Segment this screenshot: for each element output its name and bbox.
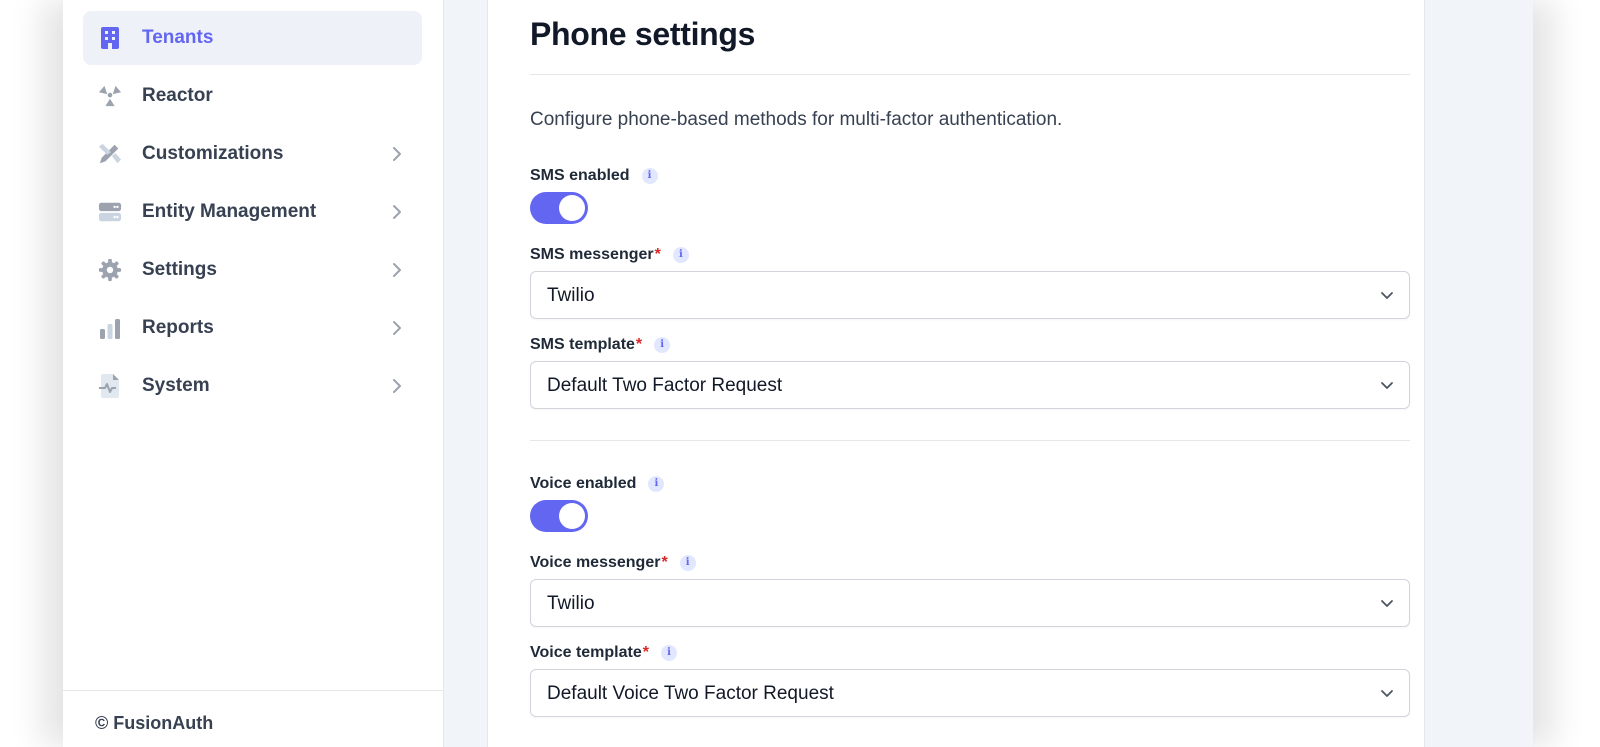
label-text: SMS enabled (530, 167, 630, 184)
copyright-text: © FusionAuth (95, 713, 214, 733)
chevron-down-icon (1381, 690, 1393, 697)
info-icon[interactable]: i (641, 168, 658, 184)
radiation-icon (98, 84, 122, 108)
chevron-right-icon (393, 205, 401, 219)
info-icon[interactable]: i (648, 476, 665, 492)
chevron-down-icon (1381, 292, 1393, 299)
divider (530, 74, 1410, 75)
sidebar-item-entity-management[interactable]: Entity Management (83, 185, 422, 239)
info-icon[interactable]: i (679, 555, 696, 571)
building-icon (98, 26, 122, 50)
selected-value: Twilio (547, 593, 595, 614)
sidebar-item-label: Entity Management (142, 201, 317, 222)
voice-template-label: Voice template * i (530, 644, 677, 662)
page-title: Phone settings (530, 16, 756, 52)
sidebar-item-reactor[interactable]: Reactor (83, 69, 422, 123)
phone-settings-panel: Phone settings Configure phone-based met… (487, 0, 1425, 747)
sidebar-footer: © FusionAuth (63, 690, 443, 747)
required-mark: * (635, 336, 643, 353)
sidebar-item-label: Settings (142, 259, 217, 280)
sidebar-item-customizations[interactable]: Customizations (83, 127, 422, 181)
sidebar-item-tenants[interactable]: Tenants (83, 11, 422, 65)
label-text: SMS template (530, 336, 635, 353)
sms-template-label: SMS template * i (530, 336, 671, 354)
chevron-down-icon (1381, 382, 1393, 389)
voice-messenger-select[interactable]: Twilio (530, 579, 1410, 627)
info-icon[interactable]: i (672, 247, 689, 263)
required-mark: * (654, 246, 661, 263)
chevron-right-icon (393, 263, 401, 277)
sidebar-item-system[interactable]: System (83, 359, 422, 413)
info-icon[interactable]: i (654, 337, 671, 353)
divider (530, 440, 1410, 441)
voice-template-select[interactable]: Default Voice Two Factor Request (530, 669, 1410, 717)
voice-enabled-toggle[interactable] (530, 500, 588, 532)
sms-enabled-toggle[interactable] (530, 192, 588, 224)
label-text: SMS messenger (530, 246, 654, 263)
file-pulse-icon (98, 374, 122, 398)
label-text: Voice messenger (530, 554, 661, 571)
sidebar-item-label: Reactor (142, 85, 213, 106)
info-icon[interactable]: i (660, 645, 677, 661)
sidebar: Tenants Reactor Customizations Entity Ma… (63, 0, 444, 747)
sms-messenger-label: SMS messenger * i (530, 246, 689, 264)
sidebar-item-reports[interactable]: Reports (83, 301, 422, 355)
pencil-ruler-icon (98, 142, 122, 166)
selected-value: Twilio (547, 285, 595, 306)
sidebar-item-label: Customizations (142, 143, 284, 164)
toggle-knob (559, 195, 585, 221)
sidebar-item-settings[interactable]: Settings (83, 243, 422, 297)
voice-messenger-label: Voice messenger * i (530, 554, 696, 572)
server-icon (98, 200, 122, 224)
sidebar-item-label: Tenants (142, 27, 214, 48)
app-window: Tenants Reactor Customizations Entity Ma… (63, 0, 1533, 747)
gear-icon (98, 258, 122, 282)
toggle-knob (559, 503, 585, 529)
sms-template-select[interactable]: Default Two Factor Request (530, 361, 1410, 409)
label-text: Voice template (530, 644, 642, 661)
chevron-right-icon (393, 321, 401, 335)
required-mark: * (642, 644, 649, 661)
bar-chart-icon (98, 316, 122, 340)
sidebar-item-label: System (142, 375, 210, 396)
section-description: Configure phone-based methods for multi-… (530, 109, 1063, 130)
chevron-down-icon (1381, 600, 1393, 607)
sidebar-item-label: Reports (142, 317, 214, 338)
sms-enabled-label: SMS enabled i (530, 167, 658, 185)
sms-messenger-select[interactable]: Twilio (530, 271, 1410, 319)
chevron-right-icon (393, 147, 401, 161)
label-text: Voice enabled (530, 475, 637, 492)
required-mark: * (661, 554, 668, 571)
selected-value: Default Two Factor Request (547, 375, 783, 396)
selected-value: Default Voice Two Factor Request (547, 683, 834, 704)
chevron-right-icon (393, 379, 401, 393)
voice-enabled-label: Voice enabled i (530, 475, 665, 493)
